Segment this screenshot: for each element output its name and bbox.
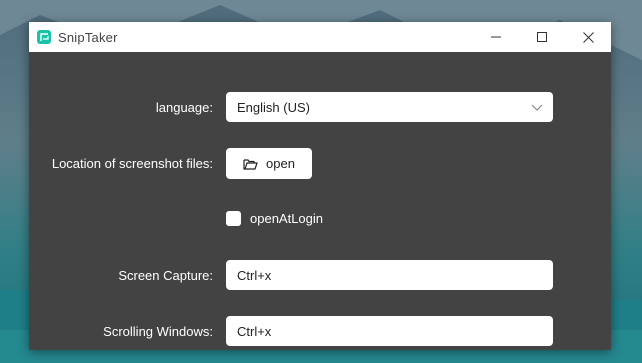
minimize-button[interactable] [473, 22, 519, 52]
open-folder-button[interactable]: open [226, 148, 312, 179]
screen-capture-label: Screen Capture: [118, 268, 213, 283]
screen-capture-shortcut-input[interactable]: Ctrl+x [226, 260, 553, 290]
open-at-login-label[interactable]: openAtLogin [250, 211, 323, 226]
app-logo-icon [37, 30, 51, 44]
chevron-down-icon [531, 104, 543, 111]
open-at-login-checkbox[interactable] [226, 211, 241, 226]
settings-window: SnipTaker language: English (US) Locatio… [29, 22, 611, 350]
folder-open-icon [243, 158, 258, 170]
scrolling-windows-value: Ctrl+x [237, 323, 272, 339]
screen-capture-value: Ctrl+x [237, 267, 272, 283]
language-value: English (US) [237, 99, 310, 115]
maximize-icon [537, 32, 547, 42]
close-icon [582, 31, 594, 43]
open-button-label: open [266, 156, 295, 171]
maximize-button[interactable] [519, 22, 565, 52]
minimize-icon [491, 36, 501, 38]
title-bar: SnipTaker [29, 22, 611, 52]
location-label: Location of screenshot files: [51, 156, 213, 171]
scrolling-windows-label: Scrolling Windows: [103, 324, 213, 339]
language-label: language: [155, 100, 213, 115]
language-select[interactable]: English (US) [226, 92, 553, 122]
settings-form: language: English (US) Location of scree… [29, 52, 611, 350]
window-controls [473, 22, 611, 52]
close-button[interactable] [565, 22, 611, 52]
window-title: SnipTaker [58, 29, 118, 45]
scrolling-windows-shortcut-input[interactable]: Ctrl+x [226, 316, 553, 346]
